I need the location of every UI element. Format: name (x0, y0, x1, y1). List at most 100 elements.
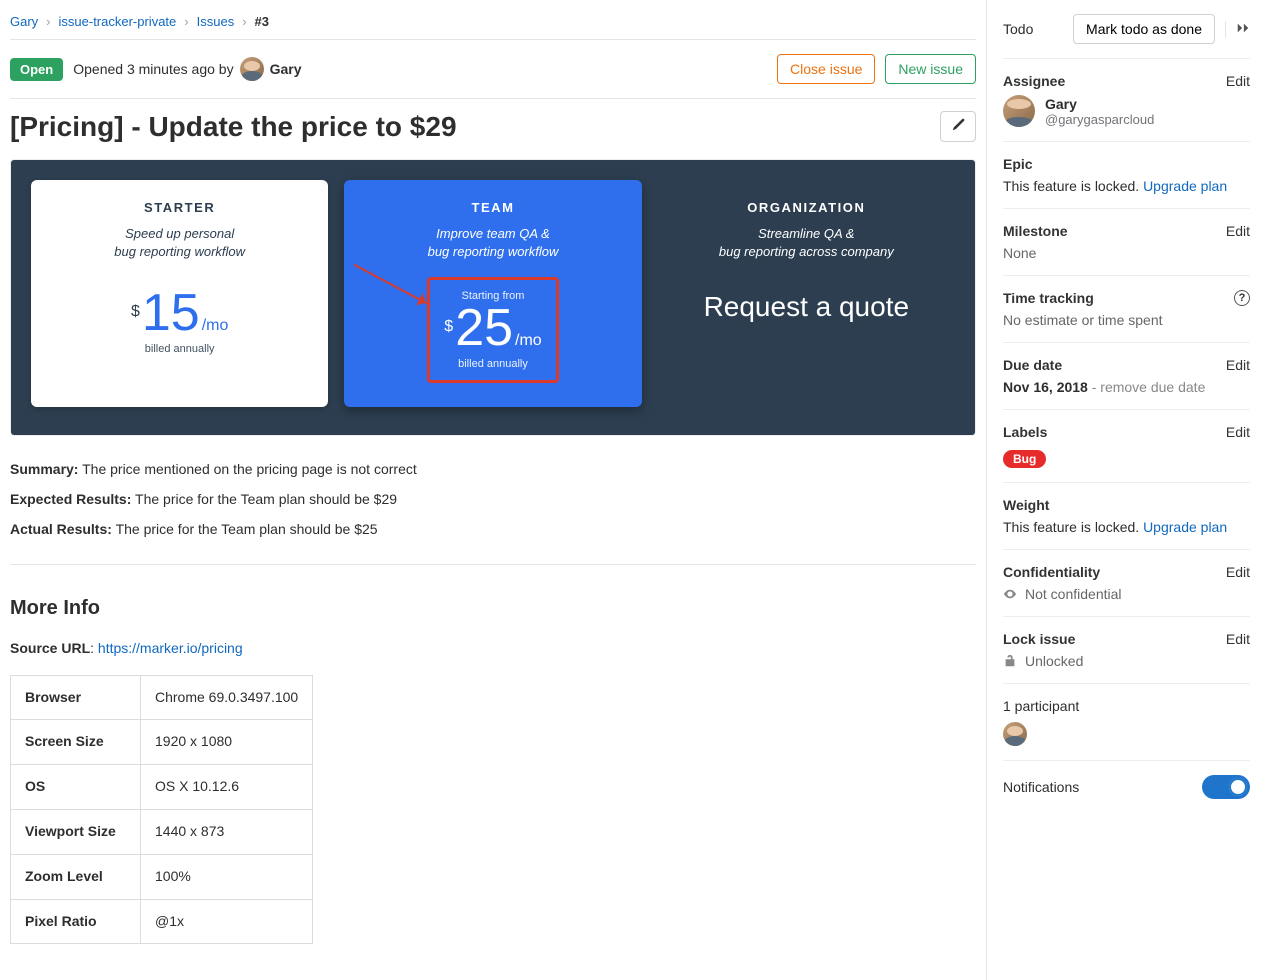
info-key: Zoom Level (11, 854, 141, 899)
actual-text: The price for the Team plan should be $2… (116, 521, 378, 537)
confidentiality-edit[interactable]: Edit (1226, 564, 1250, 580)
new-issue-button[interactable]: New issue (885, 54, 976, 84)
info-key: OS (11, 765, 141, 810)
lock-value: Unlocked (1025, 653, 1083, 669)
main-content: Gary › issue-tracker-private › Issues › … (0, 0, 986, 980)
currency: $ (444, 318, 453, 336)
issue-sidebar: Todo Mark todo as done Assignee Edit Gar… (986, 0, 1266, 980)
pencil-icon (951, 118, 965, 132)
sidebar-labels: Labels Edit Bug (1003, 410, 1250, 483)
opened-text: Opened 3 minutes ago by (73, 61, 233, 77)
pricing-cards: STARTER Speed up personal bug reporting … (11, 160, 975, 435)
remove-due-date[interactable]: - remove due date (1088, 379, 1206, 395)
labels-edit[interactable]: Edit (1226, 424, 1250, 440)
info-value: Chrome 69.0.3497.100 (141, 675, 313, 720)
info-key: Pixel Ratio (11, 899, 141, 944)
summary-label: Summary: (10, 461, 78, 477)
attachment-image[interactable]: STARTER Speed up personal bug reporting … (10, 159, 976, 436)
lock-open-icon (1003, 654, 1017, 668)
assignee-handle: @garygasparcloud (1045, 112, 1154, 127)
lock-title: Lock issue (1003, 631, 1075, 647)
notifications-label: Notifications (1003, 779, 1079, 795)
weight-title: Weight (1003, 497, 1049, 513)
plan-card-starter: STARTER Speed up personal bug reporting … (31, 180, 328, 407)
milestone-edit[interactable]: Edit (1226, 223, 1250, 239)
plan-card-organization: ORGANIZATION Streamline QA & bug reporti… (658, 180, 955, 407)
assignee-avatar (1003, 95, 1035, 127)
info-value: 100% (141, 854, 313, 899)
assignee-title: Assignee (1003, 73, 1065, 89)
due-title: Due date (1003, 357, 1062, 373)
price-unit: /mo (515, 332, 542, 350)
title-row: [Pricing] - Update the price to $29 (10, 99, 976, 159)
todo-row: Todo Mark todo as done (1003, 14, 1250, 59)
close-issue-button[interactable]: Close issue (777, 54, 875, 84)
price-box-highlighted: Starting from $ 25 /mo billed annually (427, 277, 558, 383)
weight-upgrade-link[interactable]: Upgrade plan (1143, 519, 1227, 535)
author-name[interactable]: Gary (270, 61, 302, 77)
check-icon (1233, 784, 1243, 794)
assignee-edit[interactable]: Edit (1226, 73, 1250, 89)
info-key: Screen Size (11, 720, 141, 765)
currency: $ (131, 303, 140, 321)
mark-todo-done-button[interactable]: Mark todo as done (1073, 14, 1215, 44)
lock-edit[interactable]: Edit (1226, 631, 1250, 647)
summary-text: The price mentioned on the pricing page … (82, 461, 417, 477)
issue-meta: Opened 3 minutes ago by Gary (73, 57, 301, 81)
sidebar-assignee: Assignee Edit Gary @garygasparcloud (1003, 59, 1250, 142)
plan-name: ORGANIZATION (672, 200, 941, 215)
notifications-toggle[interactable] (1202, 775, 1250, 799)
breadcrumb-separator: › (46, 14, 50, 29)
breadcrumb-repo[interactable]: issue-tracker-private (59, 14, 177, 29)
time-title: Time tracking (1003, 290, 1094, 306)
assignee-user[interactable]: Gary @garygasparcloud (1003, 95, 1250, 127)
issue-header: Open Opened 3 minutes ago by Gary Close … (10, 40, 976, 98)
epic-title: Epic (1003, 156, 1033, 172)
info-value: 1440 x 873 (141, 809, 313, 854)
plan-tagline: Streamline QA & bug reporting across com… (672, 225, 941, 261)
expected-label: Expected Results: (10, 491, 131, 507)
table-row: Pixel Ratio@1x (11, 899, 313, 944)
confidentiality-value: Not confidential (1025, 586, 1122, 602)
label-chip[interactable]: Bug (1003, 450, 1046, 468)
sidebar-confidentiality: Confidentiality Edit Not confidential (1003, 550, 1250, 617)
table-row: Screen Size1920 x 1080 (11, 720, 313, 765)
sidebar-epic: Epic This feature is locked. Upgrade pla… (1003, 142, 1250, 209)
price-value: 25 (455, 302, 513, 354)
confidentiality-title: Confidentiality (1003, 564, 1100, 580)
more-info-section: More Info Source URL: https://marker.io/… (10, 565, 976, 961)
sidebar-milestone: Milestone Edit None (1003, 209, 1250, 276)
author-avatar[interactable] (240, 57, 264, 81)
sidebar-time-tracking: Time tracking ? No estimate or time spen… (1003, 276, 1250, 343)
due-edit[interactable]: Edit (1226, 357, 1250, 373)
info-key: Browser (11, 675, 141, 720)
collapse-sidebar-button[interactable] (1225, 21, 1250, 38)
epic-upgrade-link[interactable]: Upgrade plan (1143, 178, 1227, 194)
info-table: BrowserChrome 69.0.3497.100Screen Size19… (10, 675, 313, 945)
participant-avatar[interactable] (1003, 722, 1027, 746)
source-url-link[interactable]: https://marker.io/pricing (98, 640, 243, 656)
edit-title-button[interactable] (940, 111, 976, 142)
annotation-arrow (354, 264, 431, 306)
more-info-heading: More Info (10, 591, 976, 625)
plan-name: STARTER (45, 200, 314, 215)
billed-text: billed annually (131, 343, 228, 355)
plan-tagline: Speed up personal bug reporting workflow (45, 225, 314, 261)
sidebar-participants: 1 participant (1003, 684, 1250, 761)
help-icon[interactable]: ? (1234, 290, 1250, 306)
breadcrumb-separator: › (242, 14, 246, 29)
breadcrumb-owner[interactable]: Gary (10, 14, 38, 29)
table-row: Viewport Size1440 x 873 (11, 809, 313, 854)
expected-text: The price for the Team plan should be $2… (135, 491, 397, 507)
info-value: 1920 x 1080 (141, 720, 313, 765)
request-quote: Request a quote (672, 291, 941, 323)
issue-title: [Pricing] - Update the price to $29 (10, 111, 930, 143)
breadcrumb-section[interactable]: Issues (197, 14, 235, 29)
starting-from: Starting from (444, 290, 541, 302)
price-value: 15 (142, 287, 200, 339)
info-value: @1x (141, 899, 313, 944)
breadcrumb-id: #3 (255, 14, 269, 29)
table-row: Zoom Level100% (11, 854, 313, 899)
plan-name: TEAM (358, 200, 627, 215)
milestone-value: None (1003, 245, 1250, 261)
